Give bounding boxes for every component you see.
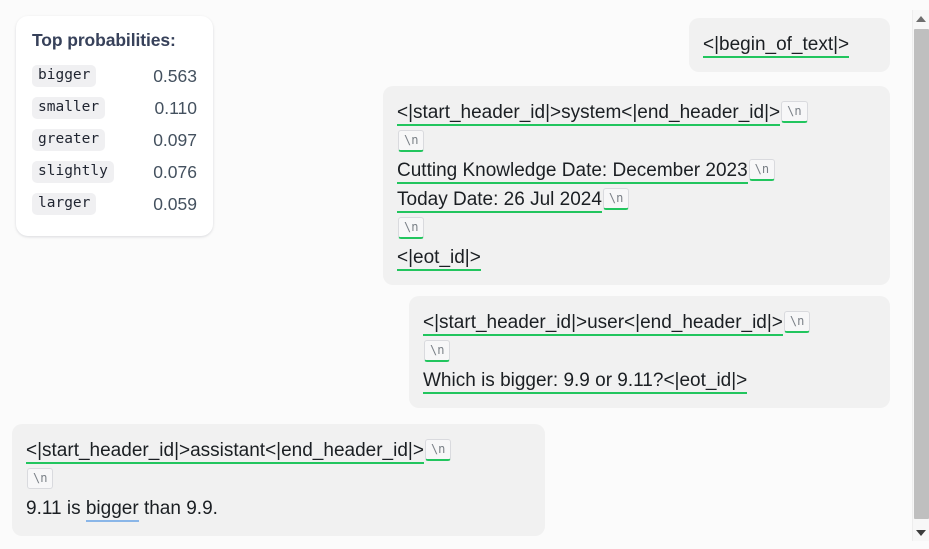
chat-viewport: Top probabilities: bigger 0.563 smaller … bbox=[0, 0, 929, 549]
token-assistant-selected[interactable]: bigger bbox=[85, 498, 139, 522]
message-bubble-assistant: <|start_header_id|>assistant<|end_header… bbox=[12, 424, 545, 536]
token-user-header[interactable]: <|start_header_id|>user<|end_header_id|> bbox=[423, 312, 783, 336]
token-assistant-prefix[interactable]: 9.11 is bbox=[26, 498, 86, 520]
token-newline[interactable]: \n bbox=[783, 311, 811, 333]
scrollbar-thumb[interactable] bbox=[914, 29, 929, 519]
token-line: Today Date: 26 Jul 2024 \n bbox=[397, 185, 876, 214]
probability-value: 0.097 bbox=[153, 129, 197, 150]
token-line: Cutting Knowledge Date: December 2023 \n bbox=[397, 156, 876, 185]
triangle-up-icon bbox=[916, 15, 926, 22]
token-user-question[interactable]: Which is bigger: 9.9 or 9.11?<|eot_id|> bbox=[423, 370, 748, 394]
probability-value: 0.110 bbox=[154, 97, 198, 118]
token-assistant-header[interactable]: <|start_header_id|>assistant<|end_header… bbox=[26, 440, 424, 464]
token-newline[interactable]: \n bbox=[398, 130, 425, 152]
token-newline[interactable]: \n bbox=[398, 217, 425, 239]
token-line: <|begin_of_text|> bbox=[703, 30, 876, 59]
probability-value: 0.076 bbox=[153, 161, 197, 182]
probability-token: larger bbox=[32, 192, 97, 216]
probability-row[interactable]: slightly 0.076 bbox=[32, 156, 197, 188]
token-newline[interactable]: \n bbox=[602, 188, 630, 210]
token-newline[interactable]: \n bbox=[27, 468, 54, 489]
token-begin-of-text[interactable]: <|begin_of_text|> bbox=[703, 34, 850, 58]
token-line: <|start_header_id|>system<|end_header_id… bbox=[397, 98, 876, 127]
probability-row[interactable]: greater 0.097 bbox=[32, 124, 197, 156]
message-bubble-system: <|start_header_id|>system<|end_header_id… bbox=[383, 86, 890, 285]
token-eot-id[interactable]: <|eot_id|> bbox=[397, 247, 481, 271]
probability-token: bigger bbox=[32, 64, 97, 88]
token-newline[interactable]: \n bbox=[781, 101, 808, 123]
probability-value: 0.563 bbox=[153, 65, 197, 86]
token-line: <|start_header_id|>assistant<|end_header… bbox=[26, 436, 531, 465]
token-line: \n bbox=[397, 127, 876, 156]
probability-value: 0.059 bbox=[153, 193, 197, 214]
token-line: 9.11 is bigger than 9.9. bbox=[26, 494, 531, 523]
token-assistant-suffix[interactable]: than 9.9. bbox=[139, 498, 218, 520]
token-newline[interactable]: \n bbox=[424, 439, 452, 461]
scroll-down-button[interactable] bbox=[913, 524, 929, 541]
probability-token: greater bbox=[32, 128, 106, 152]
token-cutting-knowledge-date[interactable]: Cutting Knowledge Date: December 2023 bbox=[397, 160, 748, 184]
token-newline[interactable]: \n bbox=[748, 159, 776, 181]
token-line: <|eot_id|> bbox=[397, 243, 876, 272]
top-probabilities-title: Top probabilities: bbox=[32, 30, 176, 50]
vertical-scrollbar[interactable] bbox=[912, 10, 929, 541]
token-line: <|start_header_id|>user<|end_header_id|>… bbox=[423, 308, 876, 337]
probability-row[interactable]: smaller 0.110 bbox=[32, 92, 197, 124]
message-bubble-user: <|start_header_id|>user<|end_header_id|>… bbox=[409, 296, 890, 408]
message-bubble-begin-of-text: <|begin_of_text|> bbox=[689, 18, 890, 72]
triangle-down-icon bbox=[916, 529, 926, 536]
token-system-header[interactable]: <|start_header_id|>system<|end_header_id… bbox=[397, 102, 781, 126]
token-line: \n bbox=[26, 465, 531, 494]
probability-token: smaller bbox=[32, 96, 106, 120]
token-line: \n bbox=[423, 337, 876, 366]
token-line: \n bbox=[397, 214, 876, 243]
top-probabilities-card: Top probabilities: bigger 0.563 smaller … bbox=[16, 16, 213, 236]
token-today-date[interactable]: Today Date: 26 Jul 2024 bbox=[397, 189, 602, 213]
token-line: Which is bigger: 9.9 or 9.11?<|eot_id|> bbox=[423, 366, 876, 395]
scroll-up-button[interactable] bbox=[913, 10, 929, 27]
probability-token: slightly bbox=[32, 160, 114, 184]
probability-row[interactable]: bigger 0.563 bbox=[32, 60, 197, 92]
probability-row[interactable]: larger 0.059 bbox=[32, 188, 197, 220]
token-newline[interactable]: \n bbox=[424, 340, 451, 362]
